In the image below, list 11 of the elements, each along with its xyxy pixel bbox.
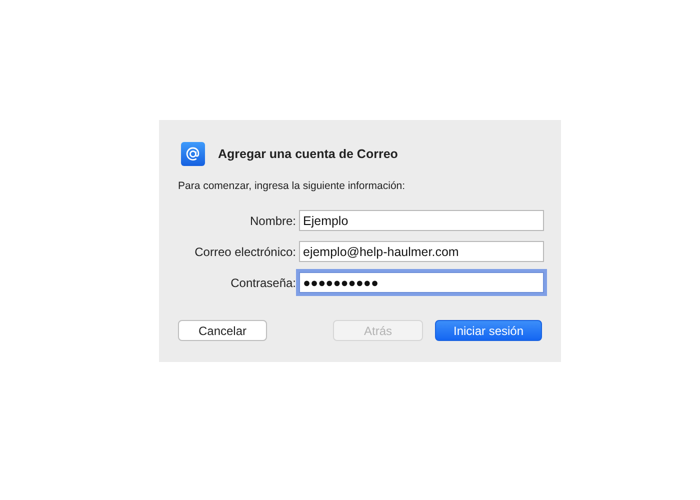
field-label: Nombre: — [248, 214, 296, 228]
instruction-text: Para comenzar, ingresa la siguiente información: — [178, 180, 406, 192]
dialog-title: Agregar una cuenta de Correo — [218, 147, 398, 161]
field-label: Contraseña: — [230, 276, 296, 290]
input-field[interactable]: Ejemplo — [299, 210, 544, 231]
input-field[interactable]: ●●●●●●●●●● — [299, 272, 544, 293]
cancel-button[interactable]: Cancelar — [178, 320, 267, 341]
input-field[interactable]: ejemplo@help-haulmer.com — [299, 241, 544, 262]
sign-in-button[interactable]: Iniciar sesión — [435, 320, 542, 341]
field-label: Correo electrónico: — [194, 244, 296, 258]
at-sign-icon — [181, 142, 205, 166]
